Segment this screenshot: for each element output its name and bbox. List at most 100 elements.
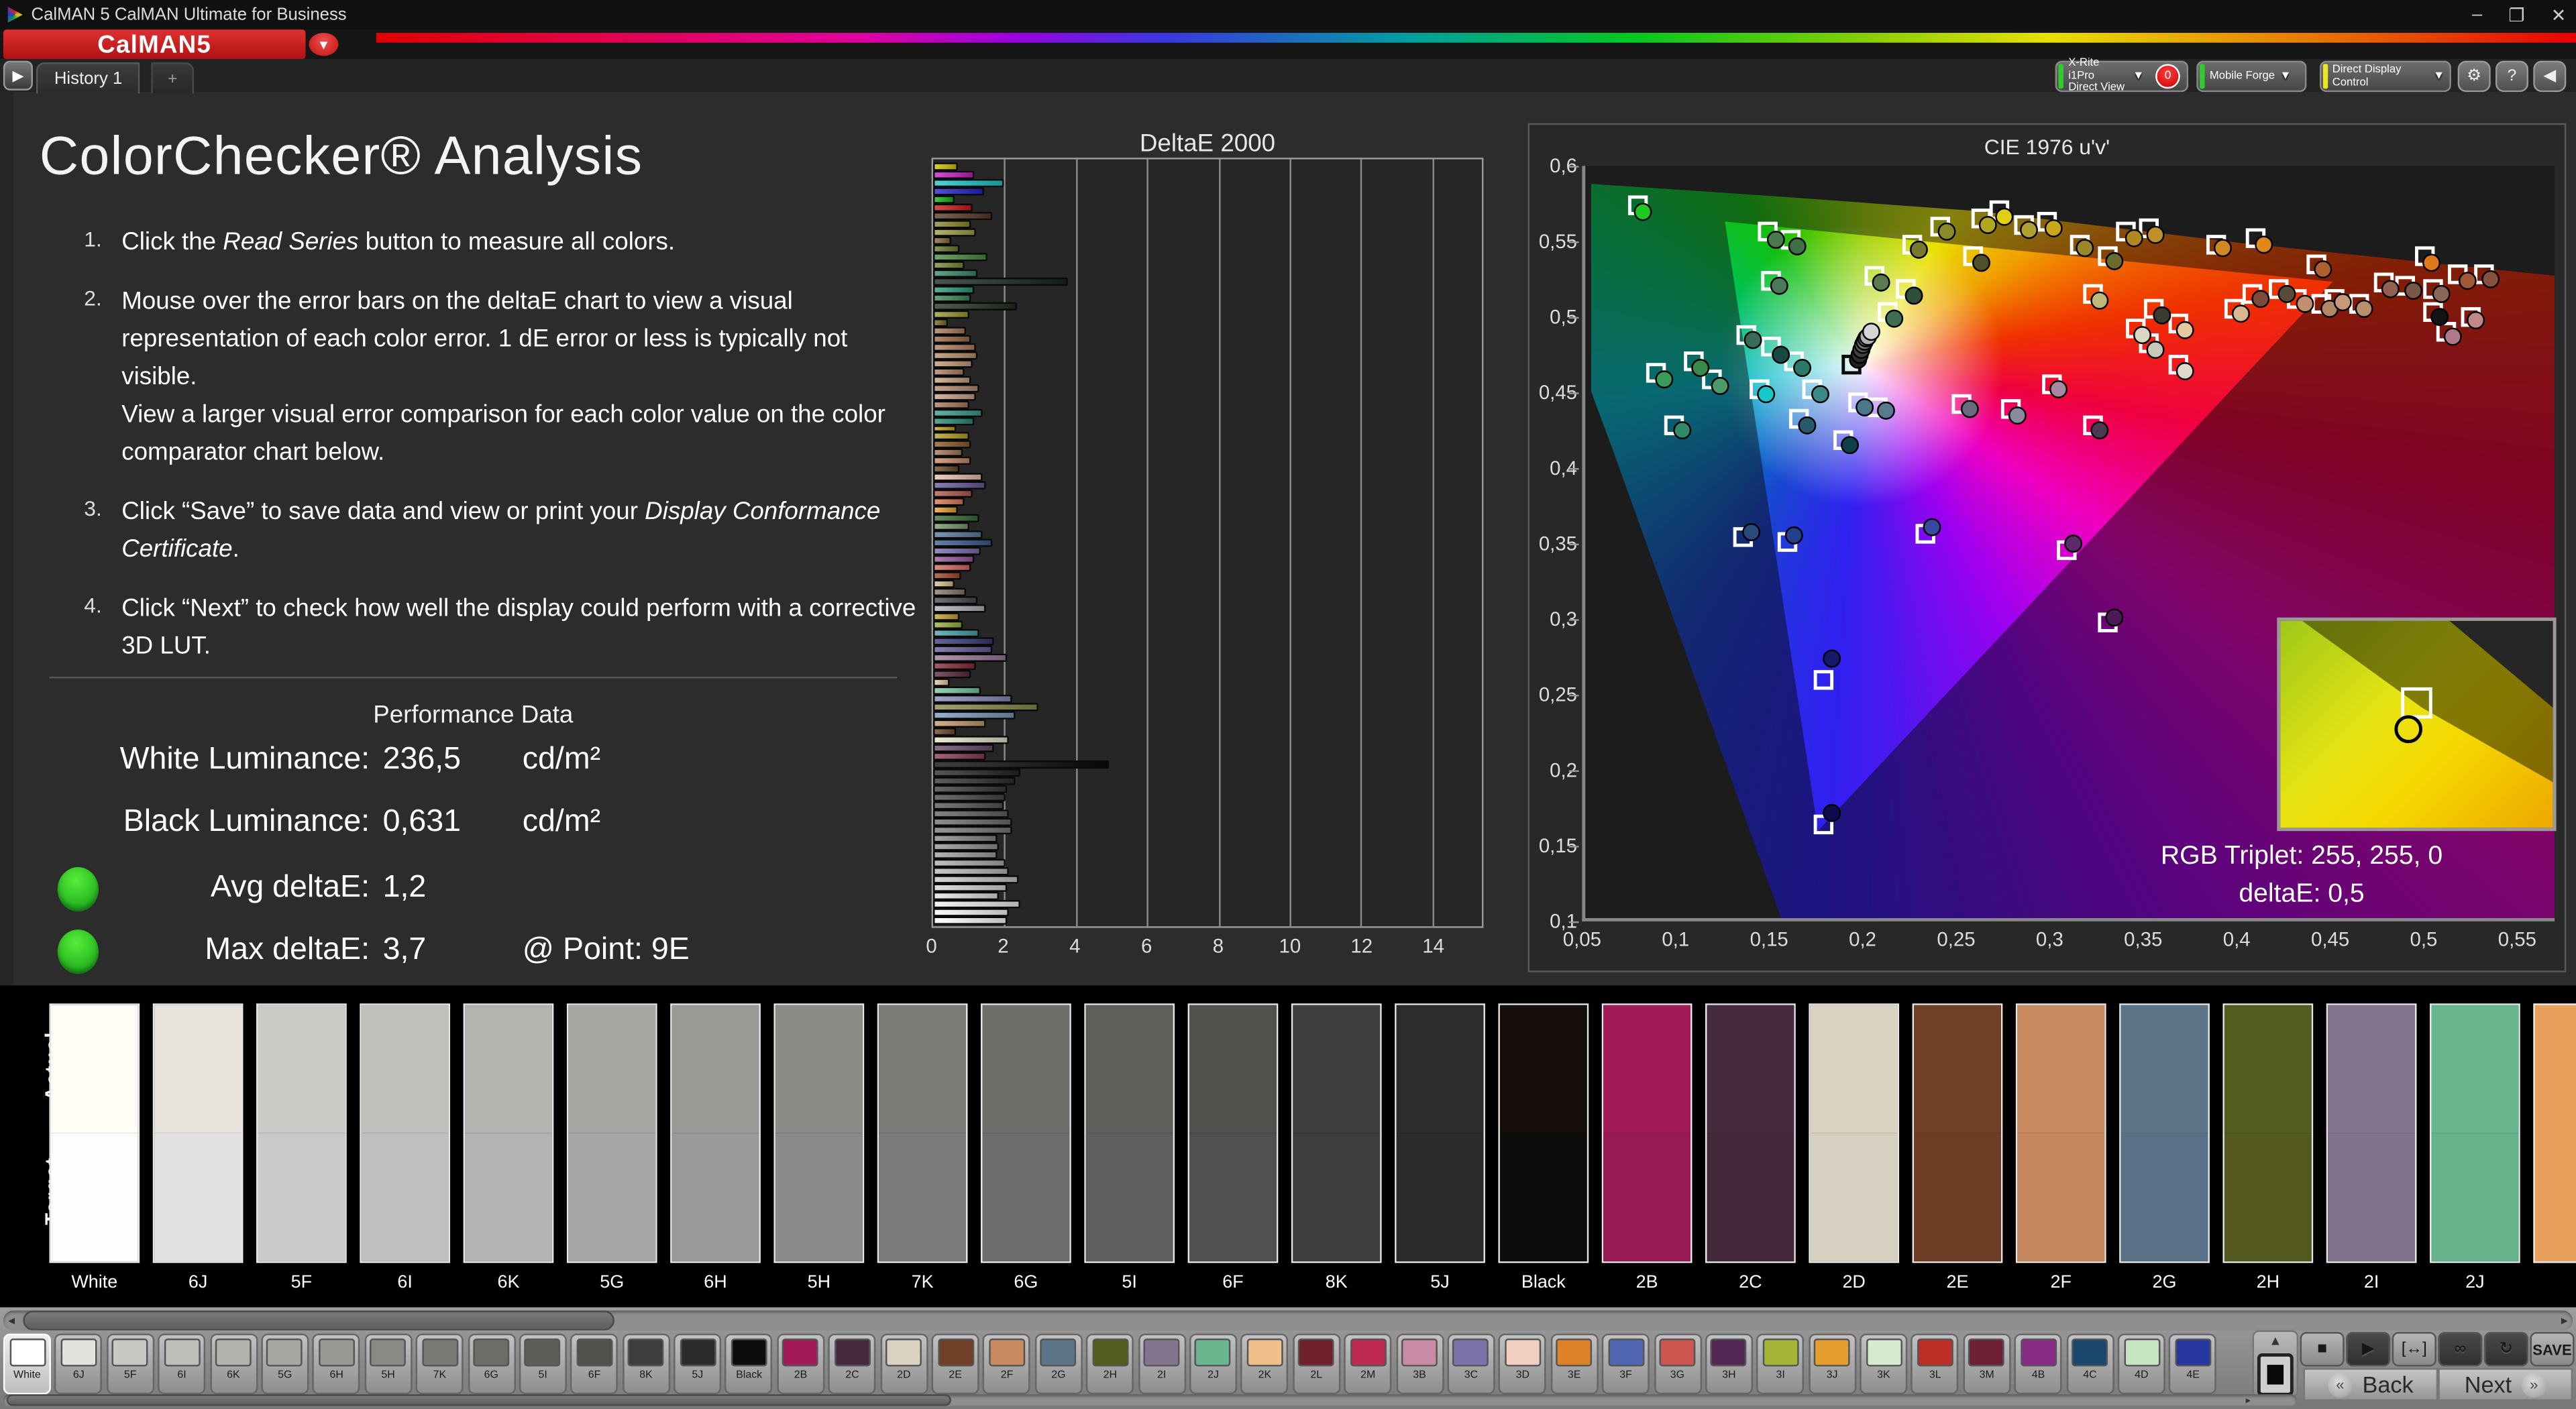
deltae-error-bar[interactable] [933, 727, 957, 736]
next-button[interactable]: Next » [2438, 1368, 2573, 1401]
comparator-swatch[interactable] [2430, 1003, 2520, 1263]
patch-button-3g[interactable]: 3G [1653, 1333, 1701, 1395]
patch-button-2c[interactable]: 2C [828, 1333, 876, 1395]
patch-scrollbar-bottom[interactable]: ▸ [3, 1394, 2297, 1406]
deltae-error-bar[interactable] [933, 793, 1006, 801]
deltae-error-bar[interactable] [933, 686, 981, 695]
deltae-error-bar[interactable] [933, 883, 1008, 891]
patch-button-2g[interactable]: 2G [1034, 1333, 1083, 1395]
continuous-read-button[interactable]: ∞ [2438, 1332, 2483, 1367]
patch-scrollbar-top[interactable]: ◂ ▸ [3, 1310, 2573, 1331]
comparator-swatch[interactable] [773, 1003, 865, 1263]
session-play-button[interactable]: ▶ [3, 60, 33, 91]
deltae-error-bar[interactable] [933, 178, 1004, 188]
deltae-error-bar[interactable] [933, 768, 1020, 777]
patch-button-2b[interactable]: 2B [777, 1333, 825, 1395]
calman-logo[interactable]: CalMAN5 [3, 30, 306, 60]
deltae-error-bar[interactable] [933, 211, 992, 220]
deltae-error-bar[interactable] [933, 359, 973, 368]
comparator-swatch[interactable] [1187, 1003, 1279, 1263]
display-control-dropdown[interactable]: Direct Display Control ▼ [2319, 60, 2451, 93]
patch-button-3e[interactable]: 3E [1550, 1333, 1599, 1395]
patch-button-5g[interactable]: 5G [261, 1333, 309, 1395]
maximize-icon[interactable]: ❐ [2508, 4, 2524, 25]
deltae-error-bar[interactable] [933, 162, 958, 171]
deltae-error-bar[interactable] [933, 334, 971, 343]
patch-window-button[interactable] [2257, 1353, 2294, 1396]
patch-button-3h[interactable]: 3H [1705, 1333, 1753, 1395]
deltae-error-bar[interactable] [933, 219, 971, 229]
deltae-error-bar[interactable] [933, 915, 1008, 924]
deltae-error-bar[interactable] [933, 694, 1012, 703]
deltae-error-bar[interactable] [933, 678, 949, 687]
patch-button-4b[interactable]: 4B [2015, 1333, 2063, 1395]
deltae-bars[interactable] [933, 160, 1482, 927]
back-button[interactable]: « Back [2303, 1368, 2438, 1401]
deltae-error-bar[interactable] [933, 621, 963, 630]
deltae-error-bar[interactable] [933, 596, 977, 605]
deltae-error-bar[interactable] [933, 260, 965, 270]
read-series-button[interactable]: [↔] [2392, 1332, 2436, 1367]
deltae-error-bar[interactable] [933, 604, 987, 613]
scroll-left-icon[interactable]: ◂ [8, 1313, 15, 1328]
comparator-swatch[interactable] [1912, 1003, 2003, 1263]
comparator-swatch[interactable] [1395, 1003, 1485, 1263]
scrollbar-handle[interactable] [23, 1310, 614, 1331]
deltae-error-bar[interactable] [933, 588, 967, 597]
deltae-error-bar[interactable] [933, 579, 955, 589]
meter-dropdown[interactable]: X-Rite i1Pro Direct View ▼ 0 [2055, 58, 2189, 94]
comparator-swatch[interactable] [2326, 1003, 2417, 1263]
deltae-error-bar[interactable] [933, 834, 998, 842]
patch-button-3i[interactable]: 3I [1756, 1333, 1805, 1395]
deltae-error-bar[interactable] [933, 563, 971, 572]
deltae-error-bar[interactable] [933, 301, 1017, 311]
comparator-swatch[interactable] [2119, 1003, 2210, 1263]
add-tab-button[interactable]: + [151, 62, 194, 94]
comparator-swatch[interactable] [1809, 1003, 1900, 1263]
patch-button-2m[interactable]: 2M [1344, 1333, 1392, 1395]
source-dropdown[interactable]: Mobile Forge ▼ [2196, 60, 2307, 93]
patch-button-6f[interactable]: 6F [570, 1333, 619, 1395]
deltae-error-bar[interactable] [933, 457, 971, 466]
comparator-swatch[interactable] [463, 1003, 554, 1263]
patch-button-2k[interactable]: 2K [1240, 1333, 1289, 1395]
deltae-error-bar[interactable] [933, 703, 1038, 712]
deltae-error-bar[interactable] [933, 809, 1010, 818]
close-icon[interactable]: ✕ [2551, 4, 2567, 25]
patch-button-5f[interactable]: 5F [106, 1333, 154, 1395]
deltae-error-bar[interactable] [933, 866, 1010, 875]
deltae-error-bar[interactable] [933, 555, 974, 564]
comparator-swatch[interactable] [49, 1003, 140, 1263]
patch-button-black[interactable]: Black [725, 1333, 773, 1395]
patch-button-4d[interactable]: 4D [2117, 1333, 2165, 1395]
deltae-error-bar[interactable] [933, 776, 1015, 785]
settings-button[interactable]: ⚙ [2457, 60, 2491, 93]
deltae-chart[interactable] [931, 158, 1484, 928]
meter-badge[interactable]: 0 [2155, 64, 2180, 89]
deltae-error-bar[interactable] [933, 760, 1110, 769]
comparator-swatch[interactable] [1601, 1003, 1693, 1263]
deltae-error-bar[interactable] [933, 384, 979, 392]
deltae-error-bar[interactable] [933, 473, 983, 482]
patch-button-5j[interactable]: 5J [674, 1333, 722, 1395]
scroll-right-icon[interactable]: ▸ [2561, 1313, 2568, 1328]
comparator-swatch[interactable] [152, 1003, 244, 1263]
deltae-error-bar[interactable] [933, 367, 965, 376]
deltae-error-bar[interactable] [933, 719, 987, 728]
patch-button-2d[interactable]: 2D [879, 1333, 928, 1395]
patch-button-6k[interactable]: 6K [209, 1333, 258, 1395]
deltae-error-bar[interactable] [933, 891, 999, 900]
deltae-error-bar[interactable] [933, 425, 957, 433]
patch-button-2e[interactable]: 2E [931, 1333, 979, 1395]
comparator-swatch[interactable] [566, 1003, 657, 1263]
patch-button-2i[interactable]: 2I [1138, 1333, 1186, 1395]
patch-button-2h[interactable]: 2H [1086, 1333, 1134, 1395]
deltae-error-bar[interactable] [933, 875, 1019, 883]
deltae-error-bar[interactable] [933, 400, 969, 408]
deltae-error-bar[interactable] [933, 285, 974, 294]
patch-button-3f[interactable]: 3F [1602, 1333, 1650, 1395]
deltae-error-bar[interactable] [933, 612, 960, 622]
patch-window-control[interactable]: ▲ [2252, 1330, 2299, 1398]
deltae-error-bar[interactable] [933, 514, 979, 523]
deltae-error-bar[interactable] [933, 416, 974, 425]
